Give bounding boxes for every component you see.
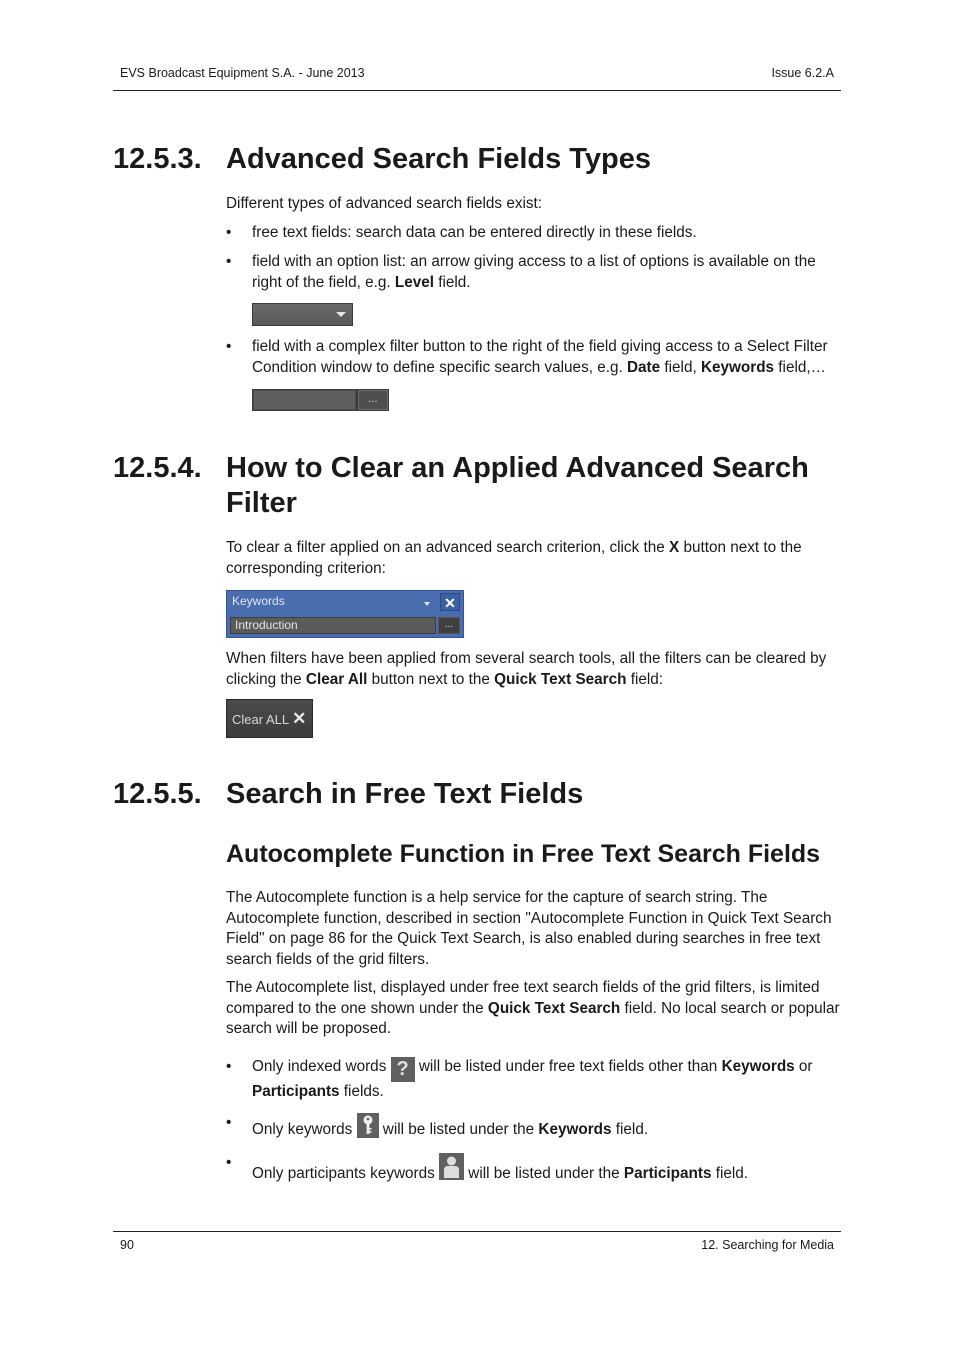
bullet: • [226,338,232,355]
list-item-text: field with a complex filter button to th… [252,338,828,376]
list-item-text: Only participants keywords will be liste… [252,1153,846,1185]
paragraph: To clear a filter applied on an advanced… [226,539,802,577]
section-number: 12.5.3. [113,143,202,175]
close-icon: ✕ [292,709,307,728]
header-left: EVS Broadcast Equipment S.A. - June 2013 [120,66,365,80]
complex-filter-button[interactable]: ... [358,390,388,410]
bullet: • [226,253,232,270]
section-title: Search in Free Text Fields [226,778,584,810]
dropdown-arrow-icon[interactable] [336,312,346,317]
page-footer: 90 12. Searching for Media [120,1238,834,1252]
list-item-text: Only indexed words ? will be listed unde… [252,1057,813,1100]
section-title: How to Clear an Applied Advanced Search … [226,452,809,519]
section-title: Advanced Search Fields Types [226,143,651,175]
person-icon [439,1153,465,1180]
clear-all-button[interactable]: Clear ALL ✕ [226,699,313,738]
list-item-text: field with an option list: an arrow givi… [252,253,816,291]
subsection-title: Autocomplete Function in Free Text Searc… [226,840,821,868]
keywords-value-field[interactable]: Introduction [230,617,436,634]
complex-filter-input[interactable] [253,390,356,410]
section-number: 12.5.5. [113,778,202,810]
question-icon: ? [390,1057,415,1082]
paragraph: The Autocomplete function is a help serv… [226,889,832,968]
page-header: EVS Broadcast Equipment S.A. - June 2013… [120,66,834,80]
bullet: • [226,1114,232,1131]
option-list-field-example[interactable] [252,303,353,326]
page-number: 90 [120,1238,134,1252]
list-item-text: free text fields: search data can be ent… [252,224,697,241]
key-icon [356,1113,379,1138]
header-divider [113,90,841,91]
header-right: Issue 6.2.A [771,66,834,80]
footer-divider [113,1231,841,1232]
list-item-text: Only keywords will be listed under the K… [252,1113,846,1141]
complex-filter-button[interactable]: ... [438,617,460,634]
keywords-label: Keywords [232,594,285,608]
dropdown-arrow-icon[interactable] [424,602,430,606]
bullet: • [226,1058,232,1075]
chapter-title: 12. Searching for Media [701,1238,834,1252]
paragraph: Different types of advanced search field… [226,195,543,212]
keywords-filter-widget: Keywords ✕ Introduction ... [226,590,464,638]
clear-all-label: Clear ALL [232,712,290,727]
complex-filter-field-example: ... [252,389,389,411]
paragraph: When filters have been applied from seve… [226,650,827,688]
paragraph: The Autocomplete list, displayed under f… [226,979,840,1037]
bullet: • [226,1154,232,1171]
bullet: • [226,224,232,241]
section-number: 12.5.4. [113,452,202,484]
clear-filter-button[interactable]: ✕ [440,593,460,611]
